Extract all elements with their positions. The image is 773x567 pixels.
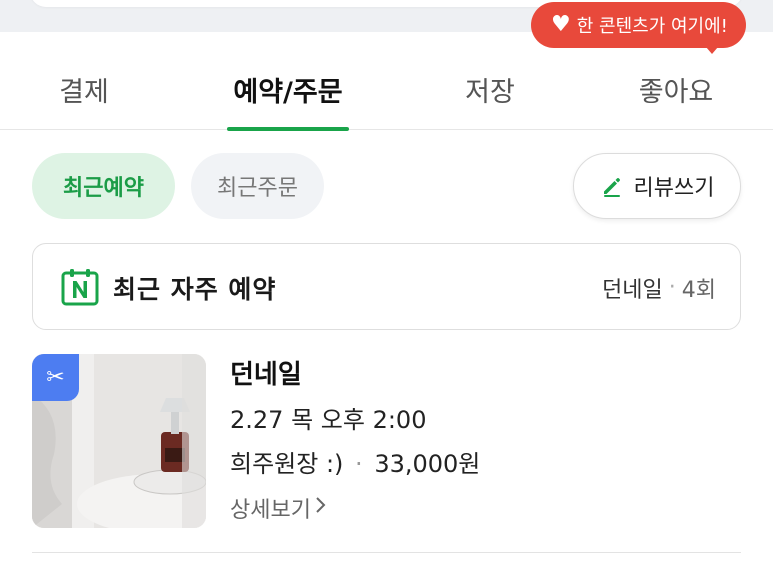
filter-recent-order[interactable]: 최근주문 [191,153,324,219]
filter-recent-reservation[interactable]: 최근예약 [32,153,175,219]
separator-dot: · [355,450,363,478]
frequent-count: 4회 [681,277,716,303]
tab-reservation-order[interactable]: 예약/주문 [214,48,362,131]
tab-label: 저장 [465,76,515,108]
tab-label: 좋아요 [638,76,714,108]
divider [32,552,741,553]
detail-link[interactable]: 상세보기 [230,492,327,524]
tab-label: 결제 [59,76,109,108]
tab-saved[interactable]: 저장 [444,48,536,130]
reservation-datetime: 2.27 목 오후 2:00 [230,406,427,434]
detail-link-label: 상세보기 [230,498,311,523]
reservation-price: 33,000원 [374,450,481,478]
reservation-thumbnail[interactable]: ✂ [32,354,206,528]
tab-likes[interactable]: 좋아요 [622,48,730,130]
frequent-place: 던네일 [602,277,663,303]
separator-dot: · [668,275,676,300]
chip-label: 최근예약 [63,176,144,201]
active-tab-indicator [227,127,349,131]
frequent-reservation-card[interactable]: 최근 자주 예약 던네일 · 4회 [32,243,741,330]
reservation-option: 희주원장 :) [230,450,344,478]
frequent-meta: 던네일 · 4회 [602,244,716,331]
tab-payment[interactable]: 결제 [38,48,130,130]
frequent-title: 최근 자주 예약 [113,274,277,304]
chip-label: 최근주문 [217,176,298,201]
heart-icon: ♥ [551,12,571,37]
promo-text: 한 콘텐츠가 여기에! [576,16,728,37]
tab-label: 예약/주문 [233,76,343,108]
chevron-right-icon [315,495,327,521]
write-review-button[interactable]: 리뷰쓰기 [573,153,741,219]
pencil-icon [600,174,624,198]
tab-bar: 결제 예약/주문 저장 좋아요 [0,48,773,131]
reservation-name: 던네일 [230,360,302,390]
naver-calendar-icon [61,268,99,310]
scissors-icon: ✂ [32,354,79,401]
reservation-detail: 희주원장 :) · 33,000원 [230,444,480,479]
review-button-label: 리뷰쓰기 [633,176,715,201]
